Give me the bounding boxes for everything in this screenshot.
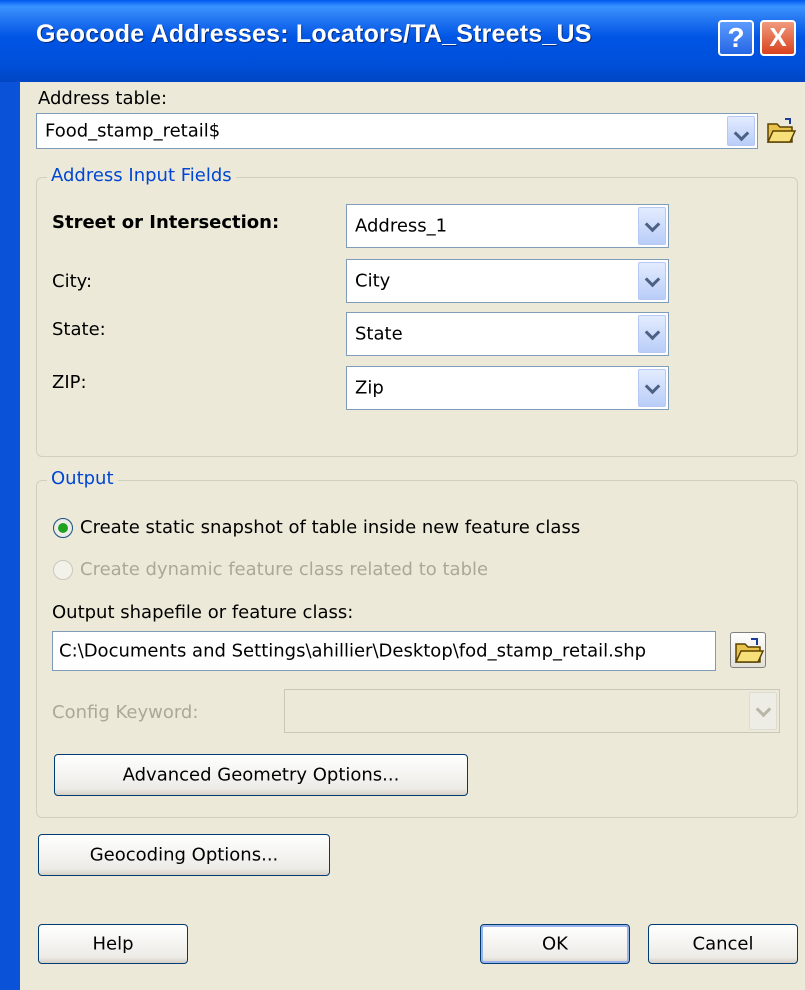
ok-button-label: OK [542, 933, 568, 955]
close-icon[interactable]: X [760, 20, 796, 56]
output-path-value: C:\Documents and Settings\ahillier\Deskt… [59, 640, 647, 662]
street-field-value: Address_1 [355, 215, 448, 237]
help-icon[interactable]: ? [718, 20, 754, 56]
geocoding-options-label: Geocoding Options... [89, 844, 279, 866]
city-label: City: [52, 271, 93, 292]
dynamic-feature-radio[interactable] [53, 560, 73, 580]
zip-field-combobox[interactable]: Zip [346, 366, 669, 410]
output-path-input[interactable]: C:\Documents and Settings\ahillier\Deskt… [52, 631, 716, 671]
chevron-down-icon[interactable] [638, 369, 666, 407]
output-legend: Output [47, 468, 118, 489]
browse-address-table-button[interactable] [764, 114, 798, 148]
chevron-down-icon[interactable] [638, 207, 666, 245]
city-field-value: City [355, 270, 391, 292]
dialog-window: Geocode Addresses: Locators/TA_Streets_U… [0, 0, 805, 990]
address-input-fields-legend: Address Input Fields [47, 165, 236, 186]
ok-button[interactable]: OK [480, 924, 630, 964]
state-label: State: [52, 319, 106, 340]
advanced-geometry-options-button[interactable]: Advanced Geometry Options... [54, 754, 468, 796]
help-button-label: Help [92, 933, 134, 955]
street-field-combobox[interactable]: Address_1 [346, 204, 669, 248]
browse-output-button[interactable] [730, 632, 766, 668]
state-field-combobox[interactable]: State [346, 312, 669, 356]
static-snapshot-radio[interactable] [53, 518, 73, 538]
dialog-body: Address table: Food_stamp_retail$ Addres… [20, 82, 805, 990]
static-snapshot-label[interactable]: Create static snapshot of table inside n… [80, 517, 580, 538]
dialog-title: Geocode Addresses: Locators/TA_Streets_U… [36, 20, 592, 48]
address-table-label: Address table: [38, 88, 167, 109]
chevron-down-icon[interactable] [638, 315, 666, 353]
config-keyword-label: Config Keyword: [52, 702, 199, 723]
advanced-geometry-options-label: Advanced Geometry Options... [122, 764, 400, 786]
cancel-button-label: Cancel [692, 933, 754, 955]
chevron-down-icon[interactable] [727, 116, 755, 146]
zip-field-value: Zip [355, 377, 384, 399]
address-table-value: Food_stamp_retail$ [45, 120, 221, 142]
zip-label: ZIP: [52, 372, 87, 393]
config-keyword-combobox[interactable] [284, 689, 780, 733]
dynamic-feature-label[interactable]: Create dynamic feature class related to … [80, 559, 488, 580]
address-table-label-text: Address table: [38, 88, 168, 109]
geocoding-options-button[interactable]: Geocoding Options... [38, 834, 330, 876]
chevron-down-icon[interactable] [749, 692, 777, 730]
address-table-combobox[interactable]: Food_stamp_retail$ [36, 113, 758, 149]
chevron-down-icon[interactable] [638, 262, 666, 300]
city-field-combobox[interactable]: City [346, 259, 669, 303]
open-folder-icon [766, 118, 797, 143]
cancel-button[interactable]: Cancel [648, 924, 798, 964]
state-field-value: State [355, 323, 403, 345]
title-bar[interactable]: Geocode Addresses: Locators/TA_Streets_U… [0, 0, 805, 82]
open-folder-icon [734, 638, 765, 663]
help-button[interactable]: Help [38, 924, 188, 964]
output-path-label: Output shapefile or feature class: [52, 602, 354, 623]
street-label: Street or Intersection: [52, 212, 280, 233]
